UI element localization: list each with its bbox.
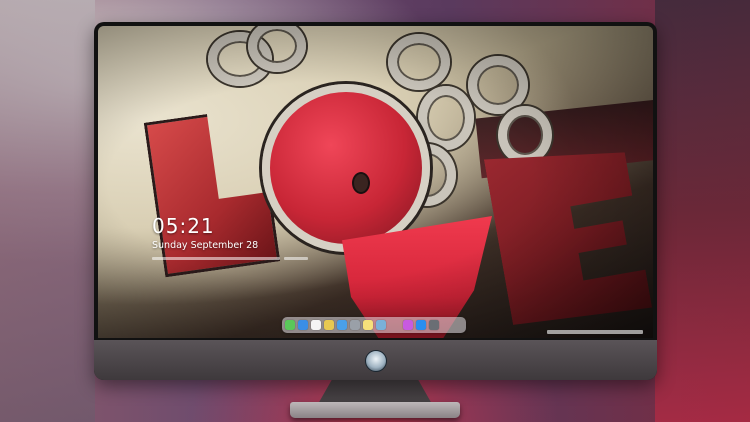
- wallpaper-chain-link: [498, 106, 552, 164]
- wallpaper-tag-o: [262, 84, 430, 252]
- app-store-icon[interactable]: [416, 320, 426, 330]
- wallpaper-chain-link: [248, 26, 306, 72]
- photos-icon[interactable]: [324, 320, 334, 330]
- wallpaper-chain-link: [418, 86, 474, 150]
- notice-line: [284, 256, 308, 260]
- weather-icon[interactable]: [298, 320, 308, 330]
- lock-screen[interactable]: 05:21 Sunday September 28: [98, 26, 653, 338]
- messages-icon[interactable]: [285, 320, 295, 330]
- finder-icon[interactable]: [337, 320, 347, 330]
- monitor-stand-neck: [318, 380, 432, 404]
- wallpaper-tag-hole: [352, 172, 370, 194]
- monitor: 05:21 Sunday September 28: [94, 22, 657, 380]
- lock-screen-time: 05:21: [152, 214, 215, 238]
- activation-watermark: [547, 330, 643, 334]
- wallpaper-chain-link: [468, 56, 528, 114]
- wallpaper-chain-link: [388, 34, 450, 90]
- screenshot-icon[interactable]: [429, 320, 439, 330]
- notice-line: [152, 256, 280, 260]
- monitor-stand-base: [290, 402, 460, 418]
- notes-icon[interactable]: [363, 320, 373, 330]
- logo-icon: [365, 350, 387, 372]
- calculator-icon[interactable]: [350, 320, 360, 330]
- dock: [282, 317, 466, 333]
- preview-icon[interactable]: [376, 320, 386, 330]
- lock-screen-date: Sunday September 28: [152, 240, 259, 251]
- music-icon[interactable]: [403, 320, 413, 330]
- wallpaper-tag-e: [484, 135, 652, 332]
- clock-icon[interactable]: [311, 320, 321, 330]
- monitor-chin: [94, 340, 657, 380]
- background-blur-right: [655, 0, 750, 422]
- wallpaper-tag-l: [144, 107, 281, 278]
- background-blur-left: [0, 0, 95, 422]
- lock-screen-notice: [152, 255, 308, 260]
